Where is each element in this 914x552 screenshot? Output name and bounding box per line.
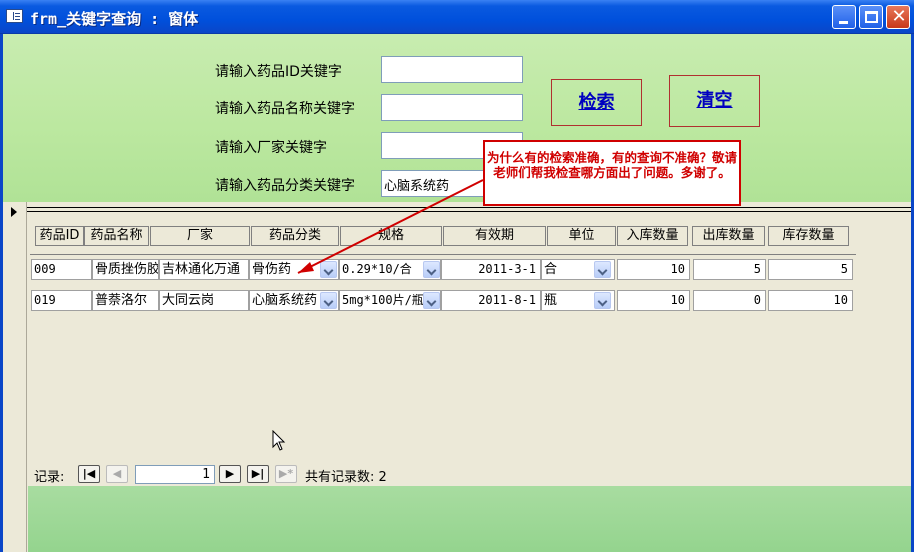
mouse-cursor-icon [272, 430, 286, 451]
search-button[interactable]: 检索 [551, 79, 642, 126]
col-header-id: 药品ID [35, 226, 84, 246]
cell-name[interactable]: 普萘洛尔 [92, 290, 159, 311]
cell-name[interactable]: 骨质挫伤胶 [92, 259, 159, 280]
col-header-in-qty: 入库数量 [617, 226, 688, 246]
last-record-button[interactable]: ▶| [247, 465, 269, 483]
cell-out-qty[interactable]: 0 [693, 290, 766, 311]
drug-id-input[interactable] [381, 56, 523, 83]
drug-name-input[interactable] [381, 94, 523, 121]
new-record-button[interactable]: ▶* [275, 465, 297, 483]
cell-out-qty[interactable]: 5 [693, 259, 766, 280]
cell-maker[interactable]: 大同云岗 [159, 290, 249, 311]
col-header-spec: 规格 [340, 226, 442, 246]
minimize-icon [839, 21, 848, 24]
col-header-out-qty: 出库数量 [692, 226, 765, 246]
current-record-arrow-icon [11, 207, 17, 217]
cell-in-qty[interactable]: 10 [617, 259, 690, 280]
col-header-maker: 厂家 [150, 226, 250, 246]
header-separator [27, 207, 911, 208]
cell-stock[interactable]: 5 [768, 259, 853, 280]
col-header-stock: 库存数量 [768, 226, 849, 246]
spec-dropdown-icon[interactable] [423, 292, 440, 309]
form-icon[interactable] [6, 9, 23, 23]
col-header-name: 药品名称 [84, 226, 149, 246]
maximize-button[interactable] [859, 5, 883, 29]
first-record-button[interactable]: |◀ [78, 465, 100, 483]
spec-dropdown-icon[interactable] [423, 261, 440, 278]
label-drug-name: 请输入药品名称关键字 [215, 101, 355, 117]
label-drug-id: 请输入药品ID关键字 [215, 64, 342, 80]
title-bar: frm_关键字查询 : 窗体 ✕ [0, 0, 914, 34]
cell-expiry[interactable]: 2011-8-1 [441, 290, 541, 311]
cell-expiry[interactable]: 2011-3-1 [441, 259, 541, 280]
current-record-input[interactable]: 1 [135, 465, 215, 484]
next-record-button[interactable]: ▶ [219, 465, 241, 483]
label-category: 请输入药品分类关键字 [215, 178, 355, 194]
cell-stock[interactable]: 10 [768, 290, 853, 311]
record-nav-label: 记录: [34, 470, 65, 485]
label-maker: 请输入厂家关键字 [215, 140, 327, 156]
record-count-text: 共有记录数: 2 [305, 470, 387, 485]
window-title: frm_关键字查询 : 窗体 [30, 10, 199, 28]
col-header-category: 药品分类 [251, 226, 339, 246]
cell-maker[interactable]: 吉林通化万通 [159, 259, 249, 280]
unit-dropdown-icon[interactable] [594, 292, 611, 309]
category-input[interactable]: 心脑系统药 [381, 170, 491, 197]
unit-dropdown-icon[interactable] [594, 261, 611, 278]
previous-record-button[interactable]: ◀ [106, 465, 128, 483]
clear-button[interactable]: 清空 [669, 75, 760, 127]
record-selector-strip[interactable] [3, 202, 27, 552]
header-bottom-line [30, 254, 856, 255]
close-button[interactable]: ✕ [886, 5, 910, 29]
close-icon: ✕ [891, 6, 907, 27]
annotation-callout: 为什么有的检索准确，有的查询不准确？敬请老师们帮我检查哪方面出了问题。多谢了。 [483, 140, 741, 206]
cell-in-qty[interactable]: 10 [617, 290, 690, 311]
maximize-icon [865, 11, 878, 23]
col-header-unit: 单位 [547, 226, 616, 246]
minimize-button[interactable] [832, 5, 856, 29]
form-footer [28, 486, 911, 552]
category-dropdown-icon[interactable] [320, 261, 337, 278]
header-separator-2 [27, 211, 911, 212]
cell-id[interactable]: 009 [31, 259, 92, 280]
col-header-expiry: 有效期 [443, 226, 546, 246]
category-dropdown-icon[interactable] [320, 292, 337, 309]
cell-id[interactable]: 019 [31, 290, 92, 311]
